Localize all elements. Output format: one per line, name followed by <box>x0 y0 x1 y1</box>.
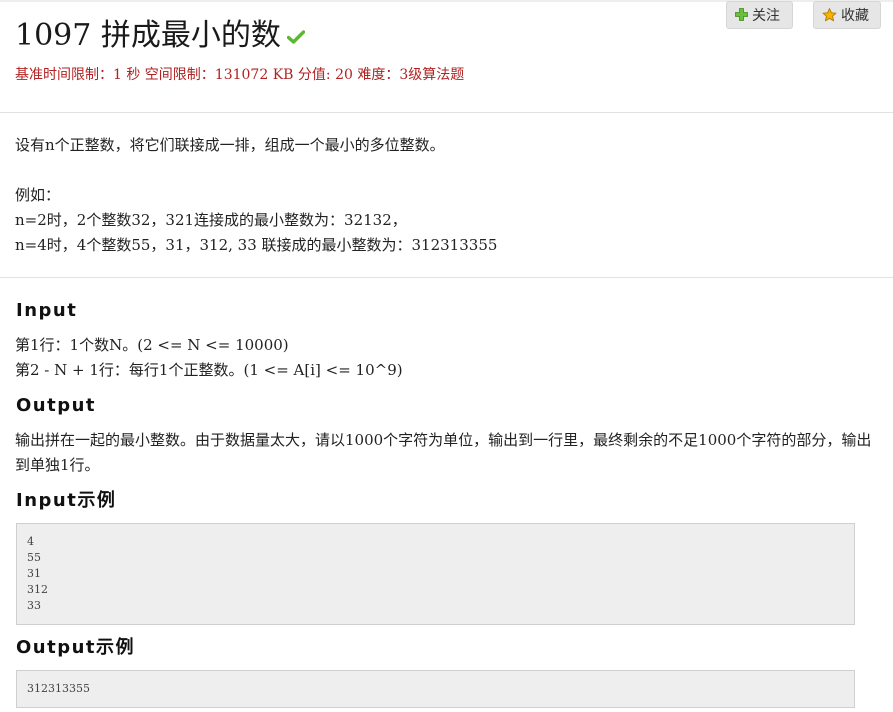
input-example-line: 33 <box>27 599 41 612</box>
output-heading: Output <box>16 395 97 416</box>
problem-description: 设有n个正整数，将它们联接成一排，组成一个最小的多位整数。 例如： n=2时，2… <box>0 113 893 278</box>
input-example-line: 55 <box>27 551 41 564</box>
input-example-line: 4 <box>27 535 34 548</box>
input-example-heading: Input示例 <box>16 490 117 511</box>
output-example-heading: Output示例 <box>16 637 136 658</box>
favorite-button[interactable]: 收藏 <box>813 1 881 29</box>
input-spec-line-1: 第1行：1个数N。(2 <= N <= 10000) <box>15 336 289 354</box>
plus-icon <box>735 8 748 21</box>
output-example-box: 312313355 <box>16 670 855 708</box>
example-label: 例如： <box>15 186 61 204</box>
example-line-1: n=2时，2个整数32，321连接成的最小整数为：32132， <box>15 211 407 229</box>
output-example-line: 312313355 <box>27 682 90 695</box>
problem-limits: 基准时间限制：1 秒 空间限制：131072 KB 分值: 20 难度：3级算法… <box>15 67 465 83</box>
input-example-line: 312 <box>27 583 48 596</box>
problem-header: 1097 拼成最小的数 基准时间限制：1 秒 空间限制：131072 KB 分值… <box>0 0 893 113</box>
problem-title: 1097 拼成最小的数 <box>15 18 281 53</box>
follow-button[interactable]: 关注 <box>726 1 793 29</box>
favorite-label: 收藏 <box>841 8 869 24</box>
example-line-2: n=4时，4个整数55，31，312, 33 联接成的最小整数为：3123133… <box>15 236 498 254</box>
follow-label: 关注 <box>752 8 780 24</box>
description-intro: 设有n个正整数，将它们联接成一排，组成一个最小的多位整数。 <box>15 136 445 154</box>
problem-title-row: 1097 拼成最小的数 <box>15 15 306 56</box>
output-spec: 输出拼在一起的最小整数。由于数据量太大，请以1000个字符为单位，输出到一行里，… <box>15 431 872 474</box>
input-example-line: 31 <box>27 567 41 580</box>
star-icon <box>822 7 837 21</box>
input-spec-line-2: 第2 - N + 1行：每行1个正整数。(1 <= A[i] <= 10^9) <box>15 361 403 379</box>
input-heading: Input <box>16 300 78 321</box>
check-icon <box>286 15 306 55</box>
input-example-box: 4 55 31 312 33 <box>16 523 855 625</box>
